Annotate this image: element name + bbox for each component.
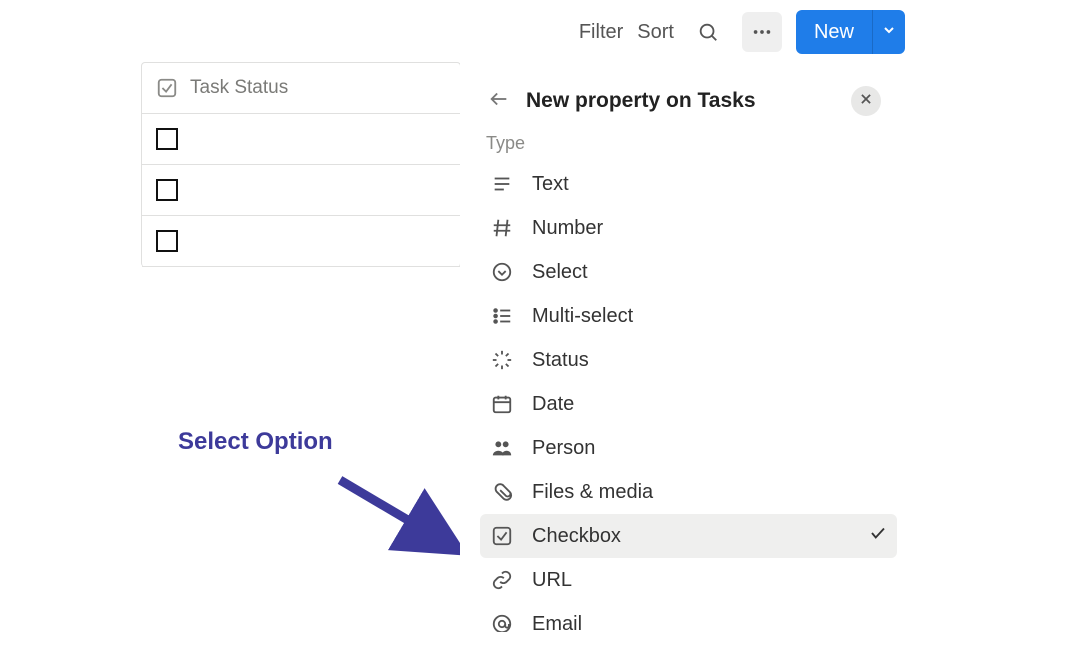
property-type-multiselect[interactable]: Multi-select — [480, 294, 897, 338]
checkbox-cell[interactable] — [156, 128, 178, 150]
table-row[interactable] — [142, 114, 460, 165]
close-button[interactable] — [851, 86, 881, 116]
panel-body[interactable]: Type Text Number Select Multi-select Status D… — [460, 122, 905, 632]
table-row[interactable] — [142, 216, 460, 267]
property-type-label: Date — [532, 393, 887, 416]
new-property-panel: New property on Tasks Type Text Number Sel… — [460, 62, 905, 640]
property-type-checkbox[interactable]: Checkbox — [480, 514, 897, 558]
table-header-task-status[interactable]: Task Status — [142, 63, 460, 114]
search-button[interactable] — [688, 12, 728, 52]
panel-title: New property on Tasks — [526, 89, 835, 113]
property-type-label: Checkbox — [532, 525, 851, 548]
checkbox-cell[interactable] — [156, 179, 178, 201]
panel-header: New property on Tasks — [460, 62, 905, 122]
property-type-label: Person — [532, 437, 887, 460]
new-button-group: New — [796, 10, 905, 54]
property-type-email[interactable]: Email — [480, 602, 897, 632]
text-icon — [490, 173, 514, 195]
annotation-arrow-icon — [335, 470, 465, 560]
search-icon — [697, 21, 719, 43]
property-type-label: Text — [532, 173, 887, 196]
person-icon — [490, 437, 514, 459]
property-type-url[interactable]: URL — [480, 558, 897, 602]
checkbox-icon — [490, 525, 514, 547]
property-type-text[interactable]: Text — [480, 162, 897, 206]
annotation-label: Select Option — [178, 428, 333, 456]
dots-horizontal-icon — [751, 21, 773, 43]
files-icon — [490, 481, 514, 503]
table-header-label: Task Status — [190, 77, 288, 99]
multiselect-icon — [490, 305, 514, 327]
email-icon — [490, 613, 514, 632]
property-type-number[interactable]: Number — [480, 206, 897, 250]
new-dropdown-button[interactable] — [873, 10, 905, 54]
task-status-table: Task Status — [141, 62, 461, 267]
property-type-label: Number — [532, 217, 887, 240]
checkbox-cell[interactable] — [156, 230, 178, 252]
property-type-files[interactable]: Files & media — [480, 470, 897, 514]
property-type-label: Multi-select — [532, 305, 887, 328]
new-button[interactable]: New — [796, 10, 873, 54]
property-type-label: Email — [532, 613, 887, 633]
date-icon — [490, 393, 514, 415]
chevron-down-icon — [881, 22, 897, 43]
back-button[interactable] — [488, 88, 510, 115]
database-toolbar: Filter Sort New — [579, 10, 905, 54]
checkbox-property-icon — [156, 77, 178, 99]
more-options-button[interactable] — [742, 12, 782, 52]
number-icon — [490, 217, 514, 239]
property-type-date[interactable]: Date — [480, 382, 897, 426]
type-section-label: Type — [480, 122, 897, 162]
select-icon — [490, 261, 514, 283]
property-type-label: Files & media — [532, 481, 887, 504]
property-type-status[interactable]: Status — [480, 338, 897, 382]
close-icon — [859, 92, 873, 111]
filter-button[interactable]: Filter — [579, 21, 623, 44]
url-icon — [490, 569, 514, 591]
property-type-select[interactable]: Select — [480, 250, 897, 294]
property-type-label: Select — [532, 261, 887, 284]
sort-button[interactable]: Sort — [637, 21, 674, 44]
table-row[interactable] — [142, 165, 460, 216]
property-type-person[interactable]: Person — [480, 426, 897, 470]
property-type-label: Status — [532, 349, 887, 372]
status-icon — [490, 349, 514, 371]
property-type-label: URL — [532, 569, 887, 592]
check-icon — [869, 524, 887, 548]
